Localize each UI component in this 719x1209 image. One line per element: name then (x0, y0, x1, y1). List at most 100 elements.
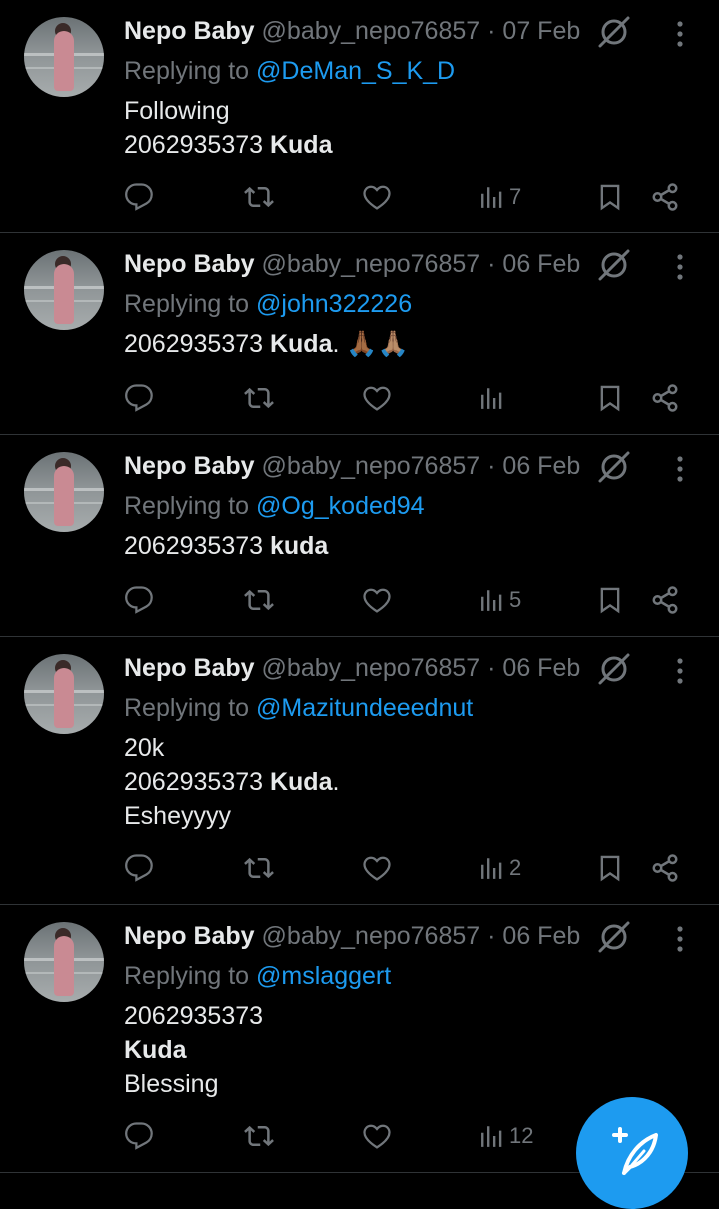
views-button[interactable]: 12 (479, 1118, 533, 1154)
like-button[interactable] (362, 582, 392, 618)
display-name[interactable]: Nepo Baby (124, 452, 255, 480)
tweet-text-line: 2062935373 (124, 999, 263, 1033)
tweet-date[interactable]: 07 Feb (502, 17, 580, 45)
heart-icon (362, 1121, 392, 1151)
tweet-text-line: Blessing (124, 1067, 263, 1101)
grok-icon[interactable] (596, 919, 632, 955)
user-handle[interactable]: @baby_nepo76857 (262, 922, 481, 950)
avatar[interactable] (24, 452, 104, 532)
tweet-card[interactable]: Nepo Baby @baby_nepo76857 · 06 Feb Replyi… (0, 233, 719, 435)
mention-link[interactable]: @Og_koded94 (256, 492, 425, 520)
mention-link[interactable]: @john322226 (256, 290, 412, 318)
grok-icon[interactable] (596, 651, 632, 687)
bookmark-button[interactable] (596, 850, 624, 886)
tweet-card[interactable]: Nepo Baby @baby_nepo76857 · 07 Feb Replyi… (0, 0, 719, 233)
bookmark-button[interactable] (596, 582, 624, 618)
display-name[interactable]: Nepo Baby (124, 922, 255, 950)
share-button[interactable] (650, 179, 680, 215)
mention-link[interactable]: @mslaggert (256, 962, 391, 990)
replying-prefix: Replying to (124, 492, 250, 520)
replying-to: Replying to @DeMan_S_K_D (124, 54, 455, 88)
views-button[interactable]: 5 (479, 582, 521, 618)
user-handle[interactable]: @baby_nepo76857 (262, 654, 481, 682)
user-handle[interactable]: @baby_nepo76857 (262, 250, 481, 278)
grok-icon[interactable] (596, 14, 632, 50)
share-icon (650, 182, 680, 212)
more-icon[interactable] (670, 16, 690, 52)
compose-button[interactable] (576, 1097, 688, 1209)
tweet-date[interactable]: 06 Feb (502, 250, 580, 278)
retweet-icon (243, 585, 275, 615)
bookmark-button[interactable] (596, 179, 624, 215)
views-count: 5 (509, 587, 522, 612)
share-icon (650, 383, 680, 413)
tweet-text: 20k 2062935373 Kuda. Esheyyyy (124, 731, 339, 833)
retweet-button[interactable] (243, 1118, 275, 1154)
avatar[interactable] (24, 250, 104, 330)
views-button[interactable]: 2 (479, 850, 521, 886)
analytics-icon (479, 183, 505, 211)
share-button[interactable] (650, 582, 680, 618)
heart-icon (362, 182, 392, 212)
text-suffix: . (332, 768, 340, 796)
views-button[interactable] (479, 380, 509, 416)
retweet-button[interactable] (243, 380, 275, 416)
more-icon[interactable] (670, 249, 690, 285)
bookmark-button[interactable] (596, 380, 624, 416)
action-bar: 5 (124, 582, 684, 618)
reply-button[interactable] (124, 850, 154, 886)
avatar[interactable] (24, 17, 104, 97)
bookmark-icon (596, 853, 624, 883)
retweet-button[interactable] (243, 582, 275, 618)
tweet-date[interactable]: 06 Feb (502, 452, 580, 480)
display-name[interactable]: Nepo Baby (124, 654, 255, 682)
share-button[interactable] (650, 380, 680, 416)
analytics-icon (479, 854, 505, 882)
reply-icon (124, 585, 154, 615)
bookmark-icon (596, 182, 624, 212)
reply-icon (124, 1121, 154, 1151)
avatar[interactable] (24, 922, 104, 1002)
tweet-card[interactable]: Nepo Baby @baby_nepo76857 · 06 Feb Replyi… (0, 637, 719, 905)
reply-button[interactable] (124, 1118, 154, 1154)
reply-button[interactable] (124, 179, 154, 215)
more-icon[interactable] (670, 653, 690, 689)
bold-text: Kuda (269, 330, 333, 358)
tweet-date[interactable]: 06 Feb (502, 922, 580, 950)
views-button[interactable]: 7 (479, 179, 521, 215)
compose-icon (612, 1127, 658, 1175)
reply-button[interactable] (124, 380, 154, 416)
analytics-icon (479, 1122, 505, 1150)
tweet-date[interactable]: 06 Feb (502, 654, 580, 682)
like-button[interactable] (362, 380, 392, 416)
retweet-button[interactable] (243, 850, 275, 886)
bookmark-icon (596, 383, 624, 413)
display-name[interactable]: Nepo Baby (124, 17, 255, 45)
avatar[interactable] (24, 654, 104, 734)
mention-link[interactable]: @Mazitundeeednut (256, 694, 473, 722)
grok-icon[interactable] (596, 449, 632, 485)
reply-button[interactable] (124, 582, 154, 618)
bold-text: Kuda (269, 131, 333, 159)
more-icon[interactable] (670, 921, 690, 957)
user-handle[interactable]: @baby_nepo76857 (262, 452, 481, 480)
like-button[interactable] (362, 850, 392, 886)
separator-dot: · (487, 452, 496, 480)
tweet-text-line: 2062935373 Kuda (124, 128, 332, 162)
tweet-card[interactable]: Nepo Baby @baby_nepo76857 · 06 Feb Replyi… (0, 435, 719, 637)
mention-link[interactable]: @DeMan_S_K_D (256, 57, 455, 85)
retweet-icon (243, 383, 275, 413)
views-count: 2 (509, 855, 522, 880)
display-name[interactable]: Nepo Baby (124, 250, 255, 278)
text-segment: 20k (124, 734, 165, 762)
share-button[interactable] (650, 850, 680, 886)
grok-icon[interactable] (596, 247, 632, 283)
like-button[interactable] (362, 179, 392, 215)
user-handle[interactable]: @baby_nepo76857 (262, 17, 481, 45)
more-icon[interactable] (670, 451, 690, 487)
tweet-header: Nepo Baby @baby_nepo76857 · 06 Feb (124, 651, 580, 685)
views-count: 7 (509, 184, 522, 209)
like-button[interactable] (362, 1118, 392, 1154)
text-segment: 2062935373 (124, 1002, 264, 1030)
retweet-button[interactable] (243, 179, 275, 215)
